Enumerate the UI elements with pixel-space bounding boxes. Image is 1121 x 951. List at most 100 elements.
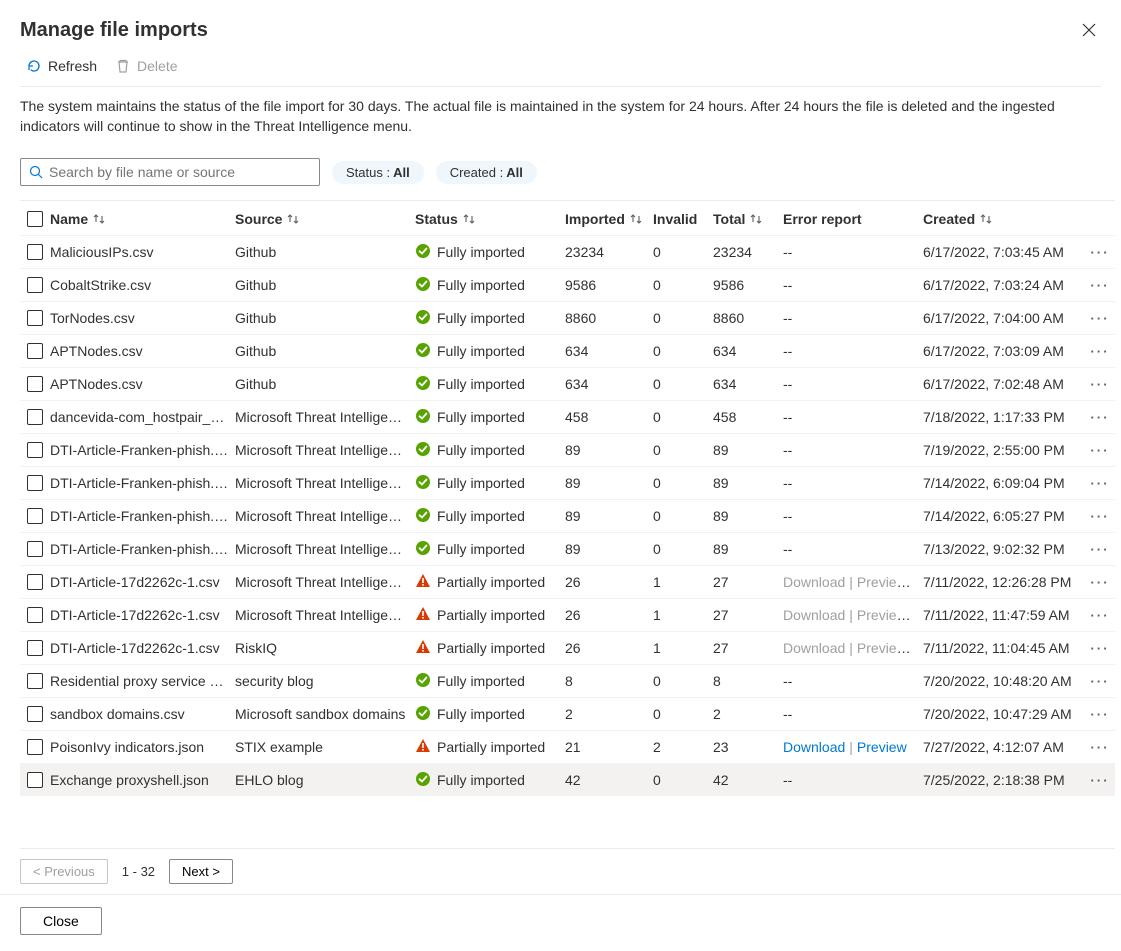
select-all-checkbox[interactable] bbox=[27, 211, 43, 227]
cell-created: 7/20/2022, 10:47:29 AM bbox=[923, 706, 1088, 722]
row-actions-button[interactable]: ··· bbox=[1088, 273, 1112, 297]
row-checkbox[interactable] bbox=[27, 772, 43, 788]
check-circle-icon bbox=[415, 276, 431, 295]
cell-invalid: 0 bbox=[653, 673, 713, 689]
row-actions-button[interactable]: ··· bbox=[1088, 570, 1112, 594]
row-checkbox[interactable] bbox=[27, 475, 43, 491]
row-checkbox[interactable] bbox=[27, 541, 43, 557]
row-actions-button[interactable]: ··· bbox=[1088, 306, 1112, 330]
row-actions-button[interactable]: ··· bbox=[1088, 636, 1112, 660]
warning-icon bbox=[415, 606, 431, 625]
row-actions-button[interactable]: ··· bbox=[1088, 702, 1112, 726]
col-imported[interactable]: Imported bbox=[565, 211, 653, 227]
table-row[interactable]: DTI-Article-Franken-phish.csvMicrosoft T… bbox=[20, 499, 1115, 532]
row-checkbox[interactable] bbox=[27, 310, 43, 326]
col-status[interactable]: Status bbox=[415, 211, 565, 227]
row-checkbox[interactable] bbox=[27, 343, 43, 359]
row-checkbox[interactable] bbox=[27, 409, 43, 425]
cell-name: APTNodes.csv bbox=[50, 376, 235, 392]
row-actions-button[interactable]: ··· bbox=[1088, 504, 1112, 528]
table-row[interactable]: DTI-Article-17d2262c-1.csvMicrosoft Thre… bbox=[20, 598, 1115, 631]
row-checkbox[interactable] bbox=[27, 739, 43, 755]
sort-icon bbox=[629, 213, 643, 225]
row-checkbox[interactable] bbox=[27, 277, 43, 293]
table-row[interactable]: DTI-Article-17d2262c-1.csvMicrosoft Thre… bbox=[20, 565, 1115, 598]
cell-source: Microsoft Threat Intelligenc... bbox=[235, 574, 415, 590]
table-row[interactable]: TorNodes.csvGithubFully imported88600886… bbox=[20, 301, 1115, 334]
row-actions-button[interactable]: ··· bbox=[1088, 405, 1112, 429]
table-row[interactable]: CobaltStrike.csvGithubFully imported9586… bbox=[20, 268, 1115, 301]
col-source[interactable]: Source bbox=[235, 211, 415, 227]
col-name[interactable]: Name bbox=[50, 211, 235, 227]
cell-created: 7/11/2022, 11:47:59 AM bbox=[923, 607, 1088, 623]
table-row[interactable]: DTI-Article-Franken-phish.csvMicrosoft T… bbox=[20, 532, 1115, 565]
row-actions-button[interactable]: ··· bbox=[1088, 768, 1112, 792]
cell-created: 6/17/2022, 7:03:45 AM bbox=[923, 244, 1088, 260]
next-page-button[interactable]: Next > bbox=[169, 859, 233, 884]
table-row[interactable]: sandbox domains.csvMicrosoft sandbox dom… bbox=[20, 697, 1115, 730]
table-row[interactable]: PoisonIvy indicators.jsonSTIX examplePar… bbox=[20, 730, 1115, 763]
search-input-wrap[interactable] bbox=[20, 158, 320, 186]
cell-status: Fully imported bbox=[415, 276, 565, 295]
row-checkbox[interactable] bbox=[27, 640, 43, 656]
error-dash: -- bbox=[783, 277, 923, 293]
table-row[interactable]: Residential proxy service 911....securit… bbox=[20, 664, 1115, 697]
row-actions-button[interactable]: ··· bbox=[1088, 240, 1112, 264]
table-row[interactable]: APTNodes.csvGithubFully imported6340634-… bbox=[20, 367, 1115, 400]
row-checkbox[interactable] bbox=[27, 508, 43, 524]
close-icon[interactable] bbox=[1077, 18, 1101, 42]
row-actions-button[interactable]: ··· bbox=[1088, 669, 1112, 693]
preview-link[interactable]: Preview bbox=[857, 739, 907, 755]
refresh-button[interactable]: Refresh bbox=[26, 58, 97, 74]
filter-created-value: All bbox=[506, 165, 523, 180]
row-actions-button[interactable]: ··· bbox=[1088, 372, 1112, 396]
check-circle-icon bbox=[415, 408, 431, 427]
table-row[interactable]: DTI-Article-Franken-phish.csvMicrosoft T… bbox=[20, 433, 1115, 466]
cell-imported: 8860 bbox=[565, 310, 653, 326]
cell-imported: 634 bbox=[565, 376, 653, 392]
cell-created: 6/17/2022, 7:03:09 AM bbox=[923, 343, 1088, 359]
cell-status: Fully imported bbox=[415, 474, 565, 493]
cell-total: 23 bbox=[713, 739, 783, 755]
cell-created: 7/18/2022, 1:17:33 PM bbox=[923, 409, 1088, 425]
cell-status: Fully imported bbox=[415, 672, 565, 691]
row-actions-button[interactable]: ··· bbox=[1088, 471, 1112, 495]
table-row[interactable]: APTNodes.csvGithubFully imported6340634-… bbox=[20, 334, 1115, 367]
cell-status: Fully imported bbox=[415, 507, 565, 526]
table-row[interactable]: dancevida-com_hostpair_sen...Microsoft T… bbox=[20, 400, 1115, 433]
cell-imported: 634 bbox=[565, 343, 653, 359]
cell-imported: 23234 bbox=[565, 244, 653, 260]
row-checkbox[interactable] bbox=[27, 607, 43, 623]
filter-status-pill[interactable]: Status : All bbox=[332, 161, 424, 184]
row-checkbox[interactable] bbox=[27, 574, 43, 590]
search-input[interactable] bbox=[49, 164, 311, 180]
description-text: The system maintains the status of the f… bbox=[0, 87, 1121, 150]
table-row[interactable]: DTI-Article-Franken-phish.csvMicrosoft T… bbox=[20, 466, 1115, 499]
table-row[interactable]: DTI-Article-17d2262c-1.csvRiskIQPartiall… bbox=[20, 631, 1115, 664]
download-link[interactable]: Download bbox=[783, 739, 845, 755]
row-checkbox[interactable] bbox=[27, 244, 43, 260]
preview-link: Preview bbox=[857, 574, 911, 590]
col-total[interactable]: Total bbox=[713, 211, 783, 227]
cell-name: DTI-Article-Franken-phish.csv bbox=[50, 442, 235, 458]
trash-icon bbox=[115, 58, 131, 74]
row-actions-button[interactable]: ··· bbox=[1088, 537, 1112, 561]
row-actions-button[interactable]: ··· bbox=[1088, 438, 1112, 462]
error-dash: -- bbox=[783, 343, 923, 359]
filter-created-pill[interactable]: Created : All bbox=[436, 161, 537, 184]
check-circle-icon bbox=[415, 672, 431, 691]
row-checkbox[interactable] bbox=[27, 673, 43, 689]
row-checkbox[interactable] bbox=[27, 376, 43, 392]
table-row[interactable]: MaliciousIPs.csvGithubFully imported2323… bbox=[20, 235, 1115, 268]
row-checkbox[interactable] bbox=[27, 442, 43, 458]
col-error-report[interactable]: Error report bbox=[783, 211, 923, 227]
col-created[interactable]: Created bbox=[923, 211, 1088, 227]
col-invalid[interactable]: Invalid bbox=[653, 211, 713, 227]
row-checkbox[interactable] bbox=[27, 706, 43, 722]
row-actions-button[interactable]: ··· bbox=[1088, 603, 1112, 627]
row-actions-button[interactable]: ··· bbox=[1088, 339, 1112, 363]
cell-created: 7/14/2022, 6:09:04 PM bbox=[923, 475, 1088, 491]
close-button[interactable]: Close bbox=[20, 907, 102, 935]
row-actions-button[interactable]: ··· bbox=[1088, 735, 1112, 759]
table-row[interactable]: Exchange proxyshell.jsonEHLO blogFully i… bbox=[20, 763, 1115, 796]
